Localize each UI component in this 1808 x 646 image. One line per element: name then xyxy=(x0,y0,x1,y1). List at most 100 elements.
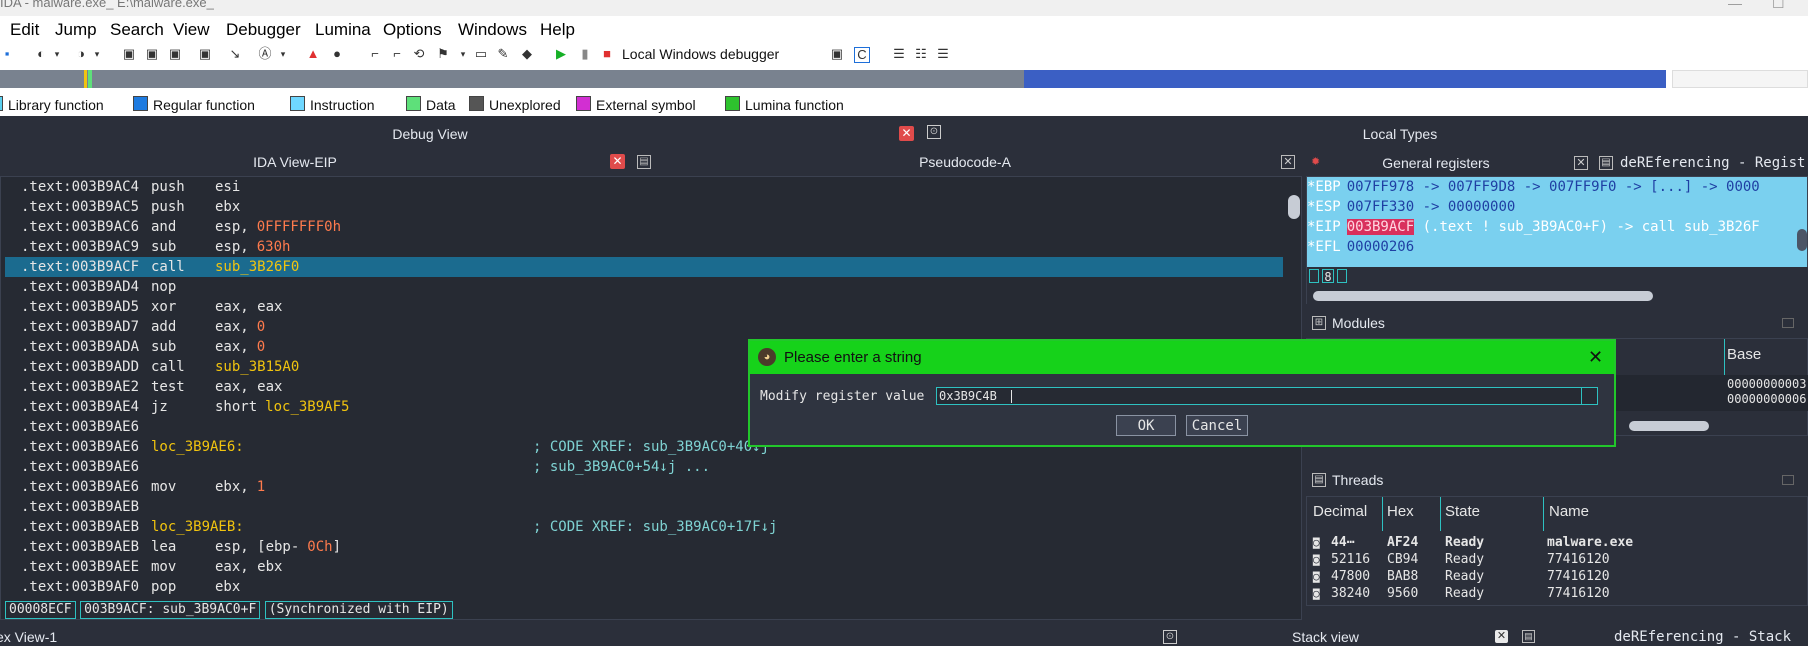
navigation-strip[interactable] xyxy=(0,70,1666,88)
close-icon[interactable]: ✕ xyxy=(899,126,914,141)
pseudocode-title[interactable]: Pseudocode-A xyxy=(660,154,1270,170)
code-line[interactable]: .text:003B9AEB xyxy=(5,497,1283,517)
stop-icon[interactable]: ■ xyxy=(600,47,614,61)
code-line[interactable]: .text:003B9AC9 sub esp, 630h xyxy=(5,237,1283,257)
maximize-icon[interactable] xyxy=(1782,318,1794,328)
code-line[interactable]: .text:003B9ACF call sub_3B26F0 xyxy=(5,257,1283,277)
register-value[interactable]: 003B9ACF xyxy=(1346,219,1415,235)
navigation-scroll[interactable] xyxy=(1672,70,1808,88)
list-icon[interactable]: ☷ xyxy=(914,47,928,61)
stack-view-title[interactable]: Stack view xyxy=(1292,629,1359,645)
step-over-icon[interactable]: ⌐ xyxy=(390,47,404,61)
snapshot-icon[interactable]: ⊙ xyxy=(927,125,941,139)
code-line[interactable]: .text:003B9AF0 pop ebx xyxy=(5,577,1283,597)
cancel-button[interactable]: Cancel xyxy=(1186,415,1248,436)
menu-lumina[interactable]: Lumina xyxy=(315,20,371,40)
maximize-button[interactable]: ☐ xyxy=(1772,0,1785,10)
menu-windows[interactable]: Windows xyxy=(458,20,527,40)
threads-col-state[interactable]: State xyxy=(1445,503,1480,520)
register-list[interactable]: *EBP 007FF978 -> 007FF9D8 -> 007FF9F0 -> … xyxy=(1307,177,1793,257)
code-line[interactable]: .text:003B9AD5 xor eax, eax xyxy=(5,297,1283,317)
register-value[interactable]: 007FF330 xyxy=(1347,199,1414,215)
modules-scrollbar[interactable] xyxy=(1629,421,1709,431)
code-line[interactable]: .text:003B9AEB loc_3B9AEB: ; CODE XREF: su… xyxy=(5,517,1283,537)
window-icon[interactable]: ▭ xyxy=(474,47,488,61)
thread-row[interactable]: ◙ 38240 9560 Ready 77416120 xyxy=(1307,585,1807,602)
register-value[interactable]: 007FF978 xyxy=(1347,179,1414,195)
register-scrollbar[interactable] xyxy=(1797,229,1807,251)
struct-icon[interactable]: ▣ xyxy=(168,47,182,61)
register-value-input[interactable]: 0x3B9C4B xyxy=(936,387,1598,405)
debugger-select[interactable]: Local Windows debugger xyxy=(622,46,779,62)
code-line[interactable]: .text:003B9AEB lea esp, [ebp- 0Ch] xyxy=(5,537,1283,557)
trace-icon[interactable]: ⚑ xyxy=(436,47,450,61)
threads-panel[interactable]: Decimal Hex State Name ◙ 44⋯ AF24 Ready malw… xyxy=(1306,496,1808,606)
dropdown-icon[interactable]: ▾ xyxy=(90,47,104,61)
registers-panel[interactable]: *EBP 007FF978 -> 007FF9D8 -> 007FF9F0 -> … xyxy=(1306,176,1808,305)
run-to-icon[interactable]: ⟲ xyxy=(412,47,426,61)
register-row[interactable]: *EFL 00000206 xyxy=(1307,237,1793,257)
thread-row[interactable]: ◙ 44⋯ AF24 Ready malware.exe xyxy=(1307,534,1807,551)
dereferencing-title[interactable]: deREferencing - Regist xyxy=(1620,155,1808,171)
dropdown-icon[interactable]: ▾ xyxy=(456,47,470,61)
close-icon[interactable]: ✕ xyxy=(1574,156,1588,170)
register-row[interactable]: *EBP 007FF978 -> 007FF9D8 -> 007FF9F0 -> … xyxy=(1307,177,1793,197)
dereferencing-stack-title[interactable]: deREferencing - Stack xyxy=(1614,629,1791,645)
breakpoint-icon[interactable]: ▲ xyxy=(306,47,320,61)
menu-options[interactable]: Options xyxy=(383,20,442,40)
code-line[interactable]: .text:003B9AE6 ; sub_3B9AC0+54↓j ... xyxy=(5,457,1283,477)
minimize-button[interactable]: — xyxy=(1728,0,1742,10)
code-line[interactable]: .text:003B9AD4 nop xyxy=(5,277,1283,297)
menu-debugger[interactable]: Debugger xyxy=(226,20,301,40)
register-row[interactable]: *EIP 003B9ACF (.text ! sub_3B9AC0+F) -> c… xyxy=(1307,217,1793,237)
step-into-icon[interactable]: ⌐ xyxy=(368,47,382,61)
cpu-icon[interactable]: ▣ xyxy=(830,47,844,61)
close-icon[interactable]: ✕ xyxy=(610,154,625,169)
thread-row[interactable]: ◙ 52116 CB94 Ready 77416120 xyxy=(1307,551,1807,568)
snapshot-icon[interactable]: ⊙ xyxy=(1163,630,1177,644)
code-scrollbar[interactable] xyxy=(1288,195,1300,219)
menu-view[interactable]: View xyxy=(173,20,210,40)
maximize-icon[interactable] xyxy=(1782,475,1794,485)
code-line[interactable]: .text:003B9AE6 mov ebx, 1 xyxy=(5,477,1283,497)
threads-col-hex[interactable]: Hex xyxy=(1387,503,1414,520)
pause-icon[interactable]: ▮ xyxy=(578,47,592,61)
code-line[interactable]: .text:003B9AC5 push ebx xyxy=(5,197,1283,217)
graph-icon[interactable]: ▣ xyxy=(122,47,136,61)
step-icon[interactable]: ↘ xyxy=(228,47,242,61)
menu-edit[interactable]: Edit xyxy=(10,20,39,40)
menu-help[interactable]: Help xyxy=(540,20,575,40)
c-icon[interactable]: C xyxy=(854,47,870,63)
refresh-icon[interactable]: ▣ xyxy=(198,47,212,61)
register-hscrollbar[interactable] xyxy=(1313,291,1653,301)
register-row[interactable]: *ESP 007FF330 -> 00000000 xyxy=(1307,197,1793,217)
code-line[interactable]: .text:003B9AD7 add eax, 0 xyxy=(5,317,1283,337)
ok-button[interactable]: OK xyxy=(1116,415,1176,436)
code-line[interactable]: .text:003B9AC6 and esp, 0FFFFFFF0h xyxy=(5,217,1283,237)
hex-view-title[interactable]: ex View-1 xyxy=(0,629,57,645)
record-icon[interactable]: ● xyxy=(330,47,344,61)
back-icon[interactable]: ◐ xyxy=(34,47,48,61)
dropdown-icon[interactable]: ▾ xyxy=(276,47,290,61)
dropdown-icon[interactable]: ▾ xyxy=(50,47,64,61)
threads-col-name[interactable]: Name xyxy=(1549,503,1589,520)
threads-col-decimal[interactable]: Decimal xyxy=(1313,503,1367,520)
modules-col-base[interactable]: Base xyxy=(1727,346,1761,363)
menu-jump[interactable]: Jump xyxy=(55,20,97,40)
list-icon[interactable]: ☰ xyxy=(936,47,950,61)
close-icon[interactable]: ✕ xyxy=(1281,155,1295,169)
close-icon[interactable]: ✕ xyxy=(1588,347,1603,368)
register-value[interactable]: 00000206 xyxy=(1347,239,1414,255)
forward-icon[interactable]: ◑ xyxy=(74,47,88,61)
edit-icon[interactable]: ✎ xyxy=(496,47,510,61)
hex-icon[interactable]: ▣ xyxy=(145,47,159,61)
text-icon[interactable]: Ⓐ xyxy=(258,47,272,61)
list-icon[interactable]: ☰ xyxy=(892,47,906,61)
thread-row[interactable]: ◙ 47800 BAB8 Ready 77416120 xyxy=(1307,568,1807,585)
menu-search[interactable]: Search xyxy=(110,20,164,40)
diamond-icon[interactable]: ◆ xyxy=(520,47,534,61)
code-line[interactable]: .text:003B9AEE mov eax, ebx xyxy=(5,557,1283,577)
close-icon[interactable]: ✕ xyxy=(1495,630,1508,643)
code-line[interactable]: .text:003B9AC4 push esi xyxy=(5,177,1283,197)
play-icon[interactable]: ▶ xyxy=(554,47,568,61)
